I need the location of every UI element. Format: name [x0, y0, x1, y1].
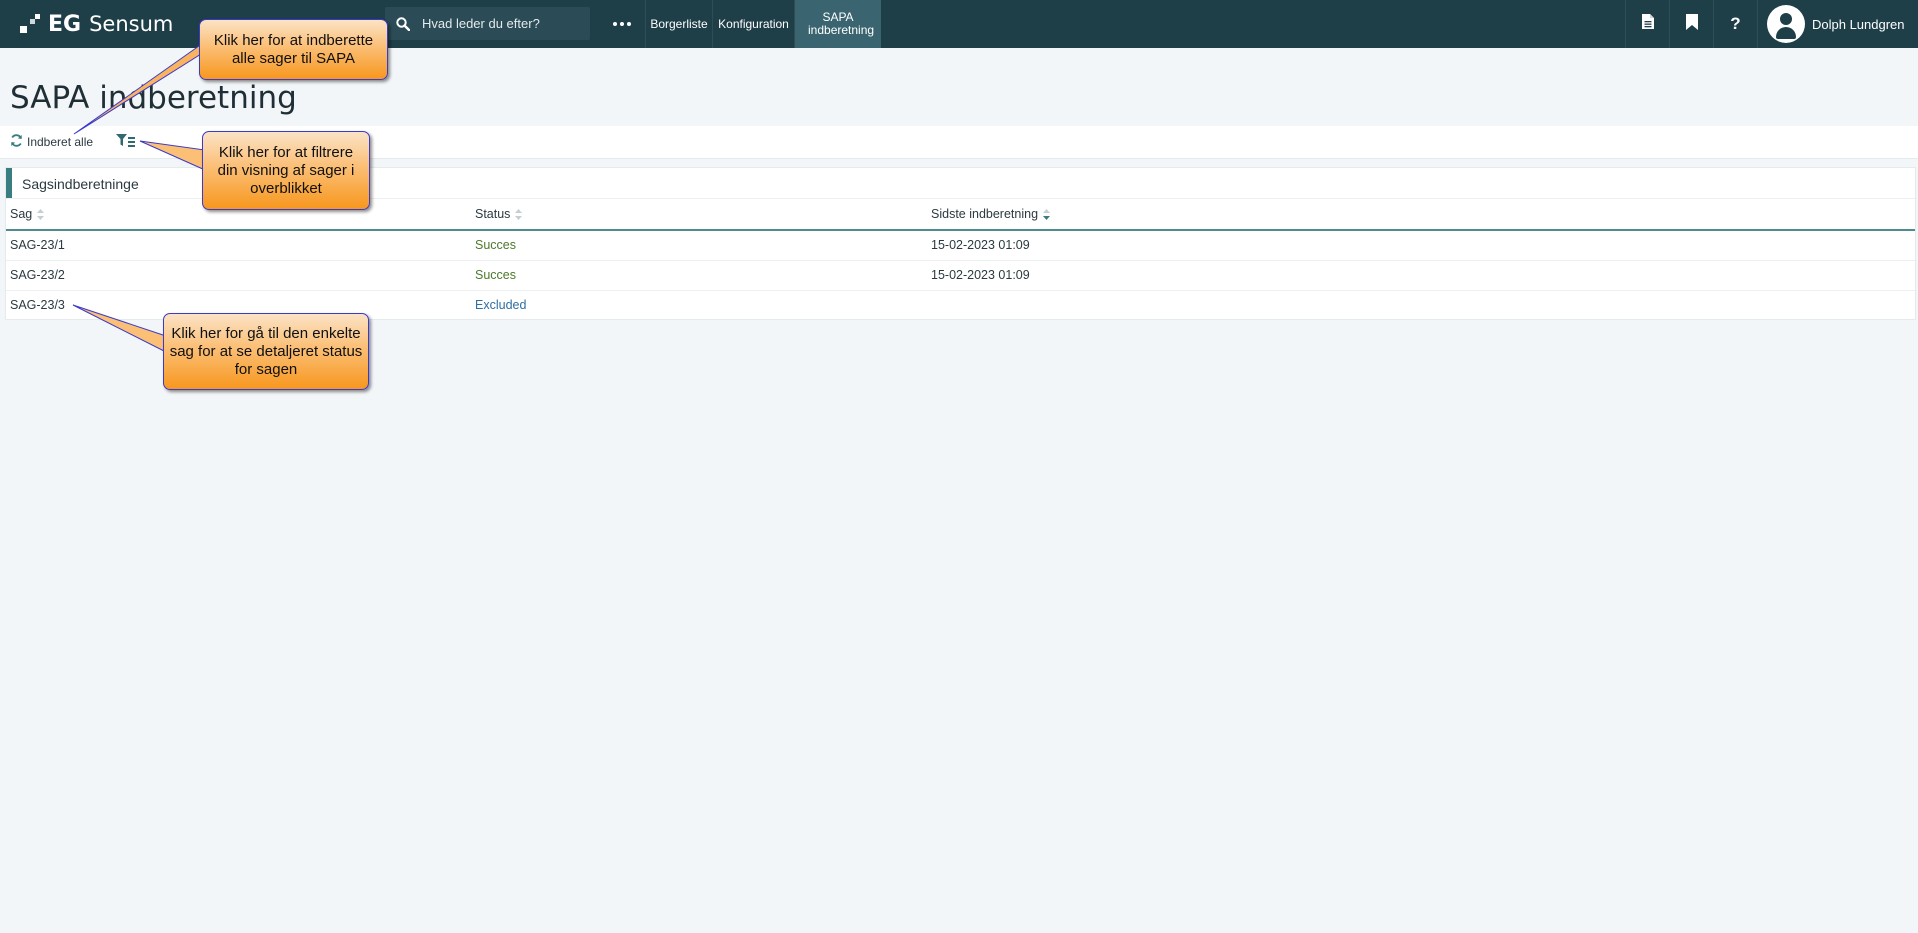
- bookmark-button[interactable]: [1669, 0, 1713, 48]
- column-header-last-report[interactable]: Sidste indberetning: [931, 207, 1051, 221]
- eg-sensum-logo[interactable]: EG Sensum: [20, 10, 173, 38]
- bookmark-icon: [1685, 13, 1698, 35]
- column-header-sag-label: Sag: [10, 207, 33, 221]
- global-search: [385, 7, 590, 40]
- panel-accent-bar: [6, 168, 12, 198]
- search-input[interactable]: [420, 15, 589, 32]
- filter-list-icon: [116, 133, 136, 151]
- cell-last-report: 15-02-2023 01:09: [931, 238, 1030, 252]
- sort-icon: [37, 208, 45, 220]
- report-all-label: Indberet alle: [27, 135, 94, 149]
- cell-last-report: 15-02-2023 01:09: [931, 268, 1030, 282]
- user-name: Dolph Lundgren: [1812, 16, 1905, 32]
- document-button[interactable]: [1625, 0, 1669, 48]
- column-header-sag[interactable]: Sag: [10, 207, 45, 221]
- nav-tab-konfiguration[interactable]: Konfiguration: [712, 0, 794, 48]
- cell-sag[interactable]: SAG-23/2: [10, 268, 65, 282]
- tooltip-report-all: Klik her for at indberette alle sager ti…: [199, 19, 388, 80]
- filter-button[interactable]: [116, 126, 136, 158]
- sort-icon: [515, 208, 523, 220]
- panel-title: Sagsindberetninge: [22, 176, 139, 192]
- column-header-status-label: Status: [475, 207, 511, 221]
- page-title: SAPA indberetning: [10, 80, 297, 116]
- nav-tab-sapa-label: SAPA indberetning: [808, 10, 875, 37]
- cell-status: Excluded: [475, 298, 527, 312]
- sort-desc-icon: [1043, 208, 1051, 220]
- column-header-last-report-label: Sidste indberetning: [931, 207, 1039, 221]
- nav-tab-borgerliste[interactable]: Borgerliste: [645, 0, 712, 48]
- report-all-button[interactable]: Indberet alle: [10, 126, 93, 158]
- tooltip-filter: Klik her for at filtrere din visning af …: [202, 131, 370, 210]
- document-icon: [1641, 14, 1654, 34]
- more-dots-icon: [612, 21, 617, 26]
- more-menu-button[interactable]: [605, 7, 638, 40]
- user-menu[interactable]: Dolph Lundgren: [1757, 0, 1918, 48]
- cell-sag[interactable]: SAG-23/1: [10, 238, 65, 252]
- user-avatar-icon: [1767, 5, 1805, 43]
- tooltip-case-link: Klik her for gå til den enkelte sag for …: [163, 313, 369, 390]
- logo-mark-icon: [20, 14, 40, 34]
- logo-eg-text: EG: [48, 11, 82, 37]
- table-row[interactable]: SAG-23/1 Succes 15-02-2023 01:09: [6, 230, 1915, 261]
- cell-status: Succes: [475, 238, 516, 252]
- column-header-status[interactable]: Status: [475, 207, 523, 221]
- refresh-icon: [10, 134, 23, 150]
- help-icon: ?: [1730, 14, 1741, 33]
- cell-status: Succes: [475, 268, 516, 282]
- help-button[interactable]: ?: [1713, 0, 1757, 48]
- nav-tab-sapa-indberetning[interactable]: SAPA indberetning: [794, 0, 881, 48]
- cell-sag[interactable]: SAG-23/3: [10, 298, 65, 312]
- table-row[interactable]: SAG-23/2 Succes 15-02-2023 01:09: [6, 260, 1915, 291]
- logo-sensum-text: Sensum: [89, 12, 174, 36]
- search-icon: [396, 16, 411, 31]
